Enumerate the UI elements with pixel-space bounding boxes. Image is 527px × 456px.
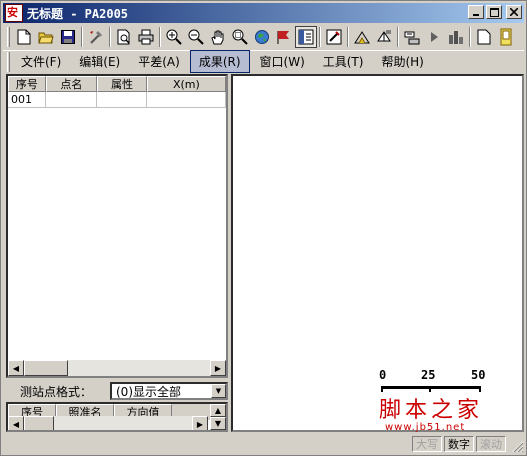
cell-attr[interactable] (97, 92, 147, 108)
page-icon[interactable] (473, 26, 495, 48)
station-icon[interactable] (401, 26, 423, 48)
app-window: 安 无标题 - PA2005 文件(F) 编辑(E) 平差(A) 成果(R) 窗… (0, 0, 527, 456)
status-caps: 大写 (412, 436, 442, 452)
scale-tick-50: 50 (471, 368, 486, 382)
menu-adjust[interactable]: 平差(A) (130, 51, 188, 72)
vertical-scrollbar[interactable]: ▲ ▼ (210, 404, 226, 430)
status-scroll: 滚动 (476, 436, 506, 452)
station-format-value: (0)显示全部 (116, 384, 181, 399)
app-logo-icon[interactable]: 安 (5, 4, 23, 22)
col-header-index[interactable]: 序号 (8, 76, 46, 92)
scale-bar-labels: 0 25 50 (379, 368, 499, 388)
network-icon[interactable] (373, 26, 395, 48)
watermark: 脚本之家 www.jb51.net (379, 392, 509, 433)
obs-scroll-left-icon[interactable]: ◀ (8, 416, 24, 430)
col-header-name[interactable]: 点名 (45, 76, 98, 92)
toolbar-grip[interactable] (7, 27, 10, 47)
scroll-right-icon[interactable]: ▶ (210, 360, 226, 376)
minimize-icon (473, 14, 479, 16)
menu-file[interactable]: 文件(F) (13, 51, 69, 72)
menu-edit[interactable]: 编辑(E) (71, 51, 128, 72)
table-row[interactable]: 001 (8, 92, 226, 108)
station-format-select[interactable]: (0)显示全部 ▼ (110, 382, 228, 400)
print-icon[interactable] (135, 26, 157, 48)
menu-results[interactable]: 成果(R) (189, 50, 250, 73)
building-icon[interactable] (445, 26, 467, 48)
scroll-thumb[interactable] (24, 360, 68, 376)
open-folder-icon[interactable] (35, 26, 57, 48)
scroll-down-icon[interactable]: ▼ (210, 417, 226, 430)
station-format-label: 测站点格式： (20, 384, 93, 399)
col-header-x[interactable]: X(m) (146, 76, 226, 92)
horizontal-scrollbar[interactable]: ◀ ▶ (8, 360, 226, 376)
scale-tick-0: 0 (379, 368, 387, 382)
resize-grip-icon[interactable] (512, 441, 524, 453)
title-bar[interactable]: 安 无标题 - PA2005 (3, 3, 524, 23)
obs-scroll-thumb[interactable] (24, 416, 54, 430)
scroll-left-icon[interactable]: ◀ (8, 360, 24, 376)
col-header-attr[interactable]: 属性 (97, 76, 147, 92)
pan-hand-icon[interactable] (207, 26, 229, 48)
drawing-canvas[interactable]: 0 25 50 脚本之家 www.jb51.net (231, 74, 524, 433)
cell-index[interactable]: 001 (8, 92, 46, 108)
point-table: 序号 点名 属性 X(m) 001 ◀ ▶ (6, 74, 228, 378)
zoom-in-icon[interactable] (163, 26, 185, 48)
triangle-icon[interactable] (351, 26, 373, 48)
point-table-header: 序号 点名 属性 X(m) (8, 76, 226, 92)
menu-bar: 文件(F) 编辑(E) 平差(A) 成果(R) 窗口(W) 工具(T) 帮助(H… (3, 50, 524, 73)
cell-x[interactable] (146, 92, 226, 108)
active-icon[interactable] (495, 26, 517, 48)
tools-icon[interactable] (85, 26, 107, 48)
toolbar (3, 25, 524, 49)
watermark-main: 脚本之家 (379, 398, 484, 423)
status-num: 数字 (444, 436, 474, 452)
watermark-url: www.jb51.net (385, 422, 466, 433)
observation-horizontal-scrollbar[interactable]: ◀ ▶ (8, 416, 208, 430)
close-icon (510, 8, 518, 16)
menu-tools[interactable]: 工具(T) (315, 51, 372, 72)
chevron-down-icon[interactable]: ▼ (211, 384, 226, 398)
edit-icon[interactable] (323, 26, 345, 48)
obs-scroll-right-icon[interactable]: ▶ (192, 416, 208, 430)
flag-icon[interactable] (273, 26, 295, 48)
maximize-icon (489, 7, 499, 17)
panel-icon[interactable] (295, 26, 317, 48)
play-icon[interactable] (423, 26, 445, 48)
scale-tick-25: 25 (421, 368, 436, 382)
print-preview-icon[interactable] (113, 26, 135, 48)
maximize-button[interactable] (486, 5, 502, 19)
minimize-button[interactable] (468, 5, 484, 19)
menu-help[interactable]: 帮助(H) (373, 51, 431, 72)
zoom-out-icon[interactable] (185, 26, 207, 48)
scroll-up-icon[interactable]: ▲ (210, 404, 226, 417)
zoom-window-icon[interactable] (229, 26, 251, 48)
status-bar: 大写 数字 滚动 (3, 435, 524, 453)
close-button[interactable] (506, 5, 522, 19)
menu-window[interactable]: 窗口(W) (252, 51, 313, 72)
menu-grip[interactable] (7, 51, 10, 72)
station-format-row: 测站点格式： (0)显示全部 ▼ (6, 381, 228, 401)
globe-icon[interactable] (251, 26, 273, 48)
save-icon[interactable] (57, 26, 79, 48)
cell-name[interactable] (45, 92, 98, 108)
new-file-icon[interactable] (13, 26, 35, 48)
window-title: 无标题 - PA2005 (27, 6, 129, 21)
observation-table: 序号 照准名 方向值 ▲ ▼ ◀ ▶ (6, 402, 228, 432)
